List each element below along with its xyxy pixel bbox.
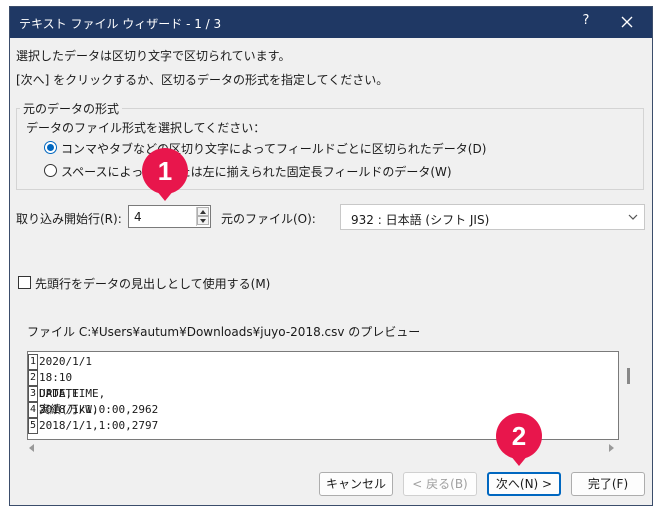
help-button[interactable]: ? <box>578 13 594 31</box>
close-button[interactable] <box>617 12 637 32</box>
next-button[interactable]: 次へ(N) > <box>487 472 561 496</box>
cancel-button[interactable]: キャンセル <box>319 472 393 496</box>
intro-line-1: 選択したデータは区切り文字で区切られています。 <box>16 49 291 63</box>
scroll-right-icon[interactable] <box>609 444 614 452</box>
step-badge-1: 1 <box>142 148 188 194</box>
file-origin-value: 932 : 日本語 (シフト JIS) <box>351 213 490 227</box>
text-import-wizard-dialog: テキスト ファイル ウィザード - 1 / 3 ? 選択したデータは区切り文字で… <box>9 6 653 506</box>
spinner-buttons <box>196 207 209 226</box>
start-row-value[interactable]: 4 <box>134 210 142 224</box>
preview-row-text: 2018/1/1,0:00,2962 <box>39 403 159 416</box>
preview-row-number: 3 <box>28 386 38 402</box>
step-badge-2: 2 <box>496 413 542 459</box>
preview-row-number: 2 <box>28 370 38 386</box>
file-origin-select[interactable]: 932 : 日本語 (シフト JIS) <box>340 204 645 230</box>
finish-button[interactable]: 完了(F) <box>571 472 645 496</box>
radio-delimited-indicator[interactable] <box>44 141 57 154</box>
file-format-prompt: データのファイル形式を選択してください： <box>26 121 266 135</box>
start-row-spinner[interactable]: 4 <box>128 205 211 228</box>
file-origin-label: 元のファイル(O): <box>221 212 316 226</box>
intro-line-2: [次へ] をクリックするか、区切るデータの形式を指定してください。 <box>16 73 389 87</box>
radio-fixed-width-indicator[interactable] <box>44 164 57 177</box>
source-format-group-title: 元のデータの形式 <box>20 100 123 117</box>
preview-row-number: 1 <box>28 354 38 370</box>
chevron-down-icon <box>628 214 638 220</box>
preview-vertical-scrollbar[interactable] <box>627 368 630 384</box>
dialog-body: 選択したデータは区切り文字で区切られています。 [次へ] をクリックするか、区切… <box>10 38 652 505</box>
spin-down-button[interactable] <box>197 216 209 225</box>
preview-row-number: 5 <box>28 418 38 434</box>
step-badge-1-pointer <box>156 190 174 201</box>
back-button[interactable]: < 戻る(B) <box>403 472 477 496</box>
window-title: テキスト ファイル ウィザード - 1 / 3 <box>19 17 222 31</box>
title-bar: テキスト ファイル ウィザード - 1 / 3 ? <box>10 7 652 38</box>
preview-row-text: 2018/1/1,1:00,2797 <box>39 419 159 432</box>
preview-caption: ファイル C:¥Users¥autum¥Downloads¥juyo-2018.… <box>27 325 421 339</box>
step-badge-2-pointer <box>510 455 528 466</box>
spin-up-button[interactable] <box>197 207 209 216</box>
header-row-checkbox-label: 先頭行をデータの見出しとして使用する(M) <box>35 277 271 291</box>
radio-delimited-label: コンマやタブなどの区切り文字によってフィールドごとに区切られたデータ(D) <box>61 142 487 156</box>
close-icon <box>621 16 633 28</box>
radio-fixed-width-label: スペースによって右または左に揃えられた固定長フィールドのデータ(W) <box>61 165 452 179</box>
start-row-label: 取り込み開始行(R): <box>16 212 122 226</box>
scroll-left-icon[interactable] <box>29 444 34 452</box>
header-row-checkbox[interactable] <box>18 276 31 289</box>
preview-row-number: 4 <box>28 402 38 418</box>
